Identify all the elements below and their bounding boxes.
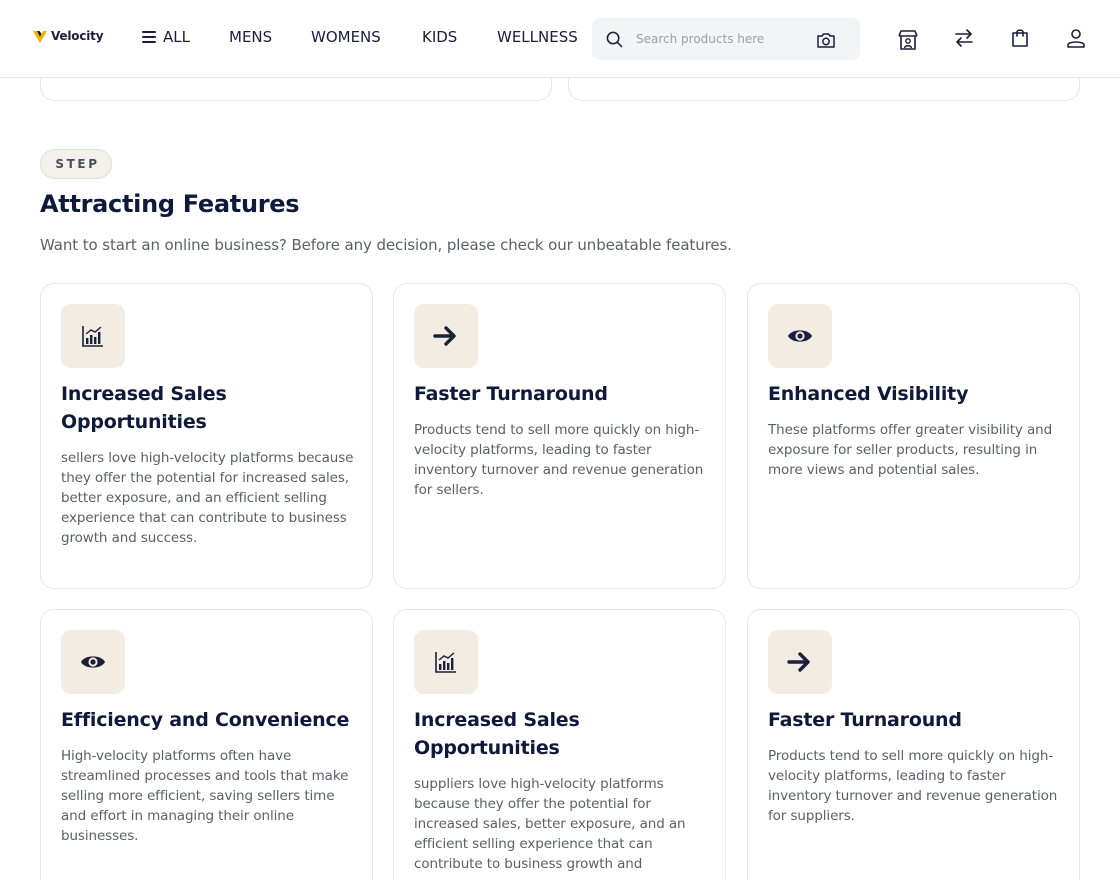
eye-icon [81, 656, 105, 668]
arrow-right-icon [433, 326, 456, 346]
chart-icon [82, 326, 103, 347]
feature-description: High-velocity platforms often have strea… [61, 748, 349, 844]
feature-card: Enhanced Visibility These platforms offe… [747, 283, 1080, 589]
feature-card: Faster Turnaround Products tend to sell … [747, 609, 1080, 880]
nav-item-wellness[interactable]: WELLNESS [497, 26, 578, 48]
feature-description: suppliers love high-velocity platforms b… [414, 776, 686, 872]
eye-icon [788, 330, 812, 342]
nav-item-kids[interactable]: KIDS [422, 26, 457, 48]
nav-item-all[interactable]: ALL [142, 26, 190, 48]
search-bar [592, 18, 860, 60]
nav-label-all: ALL [163, 28, 190, 46]
store-icon[interactable] [896, 28, 920, 52]
logo-text: Velocity [51, 29, 104, 43]
feature-card: Efficiency and Convenience High-velocity… [40, 609, 373, 880]
feature-icon-box [61, 630, 125, 694]
feature-title: Increased Sales Opportunities [61, 383, 227, 433]
logo-icon [33, 31, 47, 43]
step-badge: STEP [40, 149, 112, 179]
feature-description: sellers love high-velocity platforms bec… [61, 450, 354, 546]
feature-title: Efficiency and Convenience [61, 709, 350, 731]
camera-icon[interactable] [816, 31, 836, 49]
hamburger-icon [142, 31, 156, 43]
compare-icon[interactable] [952, 26, 976, 50]
feature-title: Faster Turnaround [414, 383, 608, 405]
nav-item-womens[interactable]: WOMENS [311, 26, 381, 48]
feature-card: Faster Turnaround Products tend to sell … [393, 283, 726, 589]
section-subtitle: Want to start an online business? Before… [40, 236, 732, 254]
chart-icon [435, 652, 456, 673]
nav-item-mens[interactable]: MENS [229, 26, 272, 48]
feature-card: Increased Sales Opportunities suppliers … [393, 609, 726, 880]
feature-title: Enhanced Visibility [768, 383, 969, 405]
search-input[interactable] [636, 28, 802, 50]
feature-icon-box [414, 630, 478, 694]
feature-icon-box [768, 630, 832, 694]
arrow-right-icon [787, 652, 810, 672]
feature-icon-box [768, 304, 832, 368]
section-title: Attracting Features [40, 190, 300, 218]
search-icon[interactable] [606, 31, 623, 48]
feature-description: Products tend to sell more quickly on hi… [414, 422, 704, 498]
feature-card: Increased Sales Opportunities sellers lo… [40, 283, 373, 589]
logo[interactable]: Velocity [32, 28, 104, 44]
user-icon[interactable] [1064, 26, 1088, 50]
feature-icon-box [61, 304, 125, 368]
feature-description: These platforms offer greater visibility… [768, 422, 1053, 478]
site-header: Velocity ALL MENS WOMENS KIDS WELLNESS [0, 0, 1120, 78]
feature-description: Products tend to sell more quickly on hi… [768, 748, 1058, 824]
feature-title: Faster Turnaround [768, 709, 962, 731]
bag-icon[interactable] [1008, 26, 1032, 50]
feature-title: Increased Sales Opportunities [414, 709, 580, 759]
feature-icon-box [414, 304, 478, 368]
